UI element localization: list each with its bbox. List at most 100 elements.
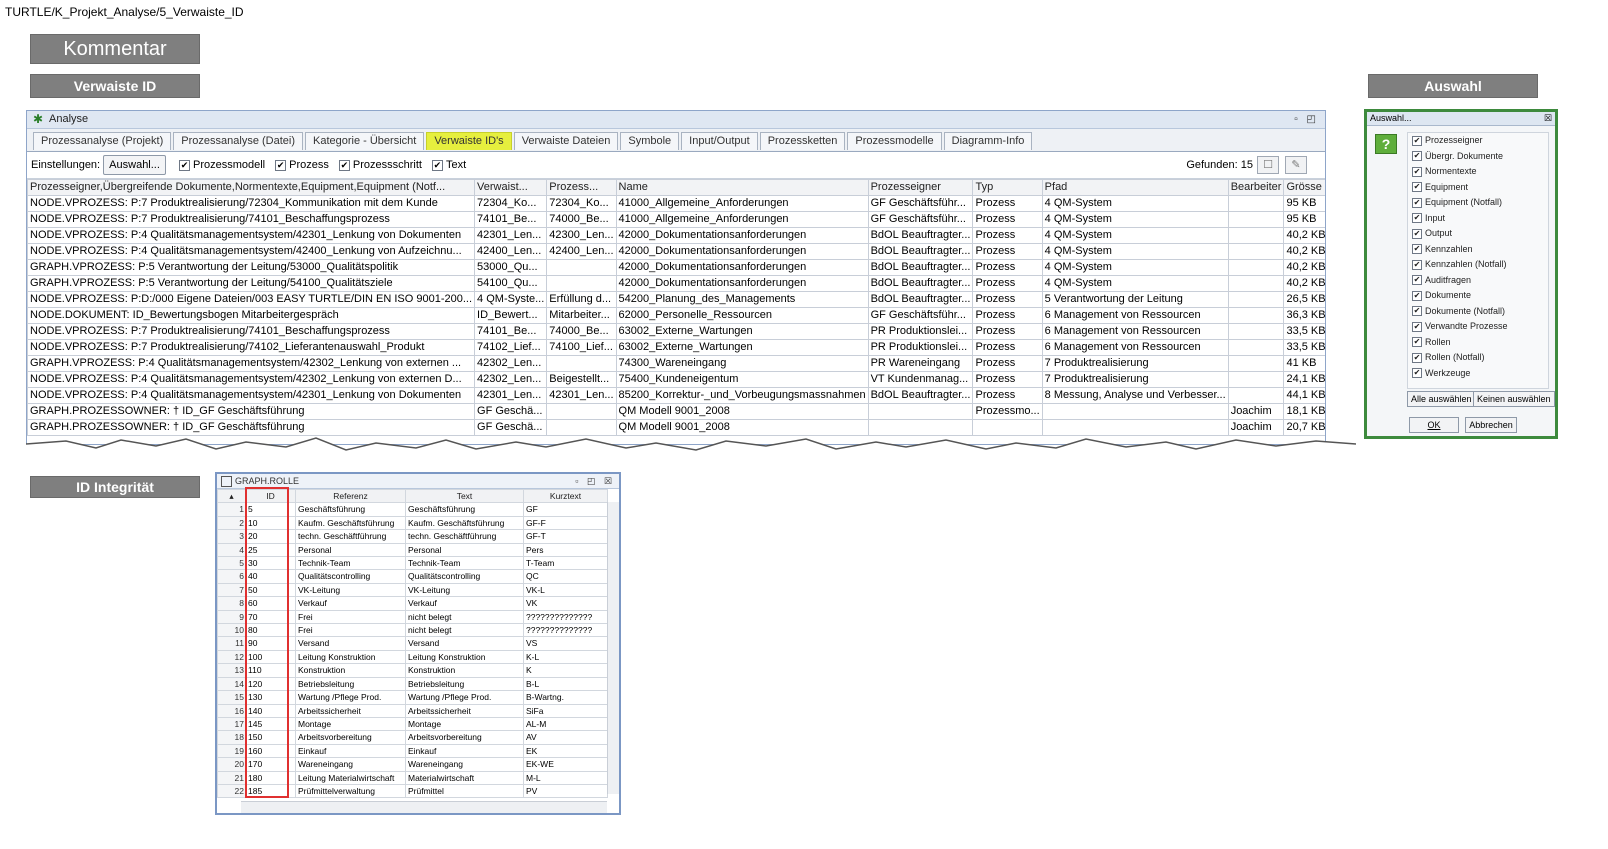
table-row[interactable]: GRAPH.VPROZESS: P:5 Verantwortung der Le… xyxy=(27,259,1325,276)
table-row[interactable]: GRAPH.VPROZESS: P:5 Verantwortung der Le… xyxy=(27,275,1325,292)
window-buttons[interactable]: ▫ ◰ ☒ xyxy=(575,474,615,488)
checkbox[interactable]: ✔ xyxy=(1412,368,1422,379)
tab-1[interactable]: Prozessanalyse (Datei) xyxy=(173,132,303,150)
checkbox-3[interactable]: ✔ xyxy=(431,159,443,171)
checkbox[interactable]: ✔ xyxy=(1412,151,1422,162)
edit-icon[interactable]: ✎ xyxy=(1285,156,1307,174)
tab-9[interactable]: Diagramm-Info xyxy=(943,132,1033,150)
table-row[interactable]: 7 50 VK-Leitung VK-Leitung VK-L xyxy=(217,582,608,598)
tab-3[interactable]: Verwaiste ID's xyxy=(426,132,512,150)
table-row[interactable]: 3 20 techn. Geschäftführung techn. Geschäft… xyxy=(217,529,608,544)
column-header[interactable]: Prozess... xyxy=(546,179,617,196)
table-row[interactable]: GRAPH.VPROZESS: P:4 Qualitätsmanagements… xyxy=(27,355,1325,372)
checkbox-2[interactable]: ✔ xyxy=(338,159,350,171)
table-row[interactable]: NODE.VPROZESS: P:4 Qualitätsmanagementsy… xyxy=(27,387,1325,404)
tab-7[interactable]: Prozessketten xyxy=(759,132,846,150)
table-row[interactable]: 15 130 Wartung /Pflege Prod. Wartung /Pfleg… xyxy=(217,690,608,705)
auswahl-option[interactable]: ✔ Rollen xyxy=(1408,335,1548,351)
table-row[interactable]: 4 25 Personal Personal Pers xyxy=(217,542,608,558)
auswahl-option[interactable]: ✔ Übergr. Dokumente xyxy=(1408,149,1548,165)
table-row[interactable]: 20 170 Wareneingang Wareneingang EK-WE xyxy=(217,757,608,772)
column-header[interactable]: Name xyxy=(615,179,869,196)
table-row[interactable]: 19 160 Einkauf Einkauf EK xyxy=(217,743,608,759)
checkbox[interactable]: ✔ xyxy=(1412,166,1422,177)
tab-4[interactable]: Verwaiste Dateien xyxy=(513,132,619,150)
close-icon[interactable]: ☒ xyxy=(1544,112,1552,125)
select-none-button[interactable]: Keinen auswählen xyxy=(1473,391,1555,407)
table-row[interactable]: 5 30 Technik-Team Technik-Team T-Team xyxy=(217,556,608,571)
auswahl-button[interactable]: Auswahl... xyxy=(103,155,166,176)
auswahl-option[interactable]: ✔ Kennzahlen xyxy=(1408,242,1548,258)
checkbox[interactable]: ✔ xyxy=(1412,275,1422,286)
auswahl-option[interactable]: ✔ Werkzeuge xyxy=(1408,366,1548,382)
auswahl-option[interactable]: ✔ Output xyxy=(1408,226,1548,242)
auswahl-option[interactable]: ✔ Equipment (Notfall) xyxy=(1408,195,1548,211)
ok-button[interactable]: OK xyxy=(1409,417,1459,433)
table-row[interactable]: NODE.DOKUMENT: ID_Bewertungsbogen Mitarb… xyxy=(27,307,1325,324)
auswahl-option[interactable]: ✔ Prozesseigner xyxy=(1408,133,1548,149)
tab-0[interactable]: Prozessanalyse (Projekt) xyxy=(33,132,172,150)
checkbox[interactable]: ✔ xyxy=(1412,290,1422,301)
table-row[interactable]: NODE.VPROZESS: P:7 Produktrealisierung/7… xyxy=(27,211,1325,228)
checkbox[interactable]: ✔ xyxy=(1412,228,1422,239)
vertical-scrollbar[interactable] xyxy=(607,502,619,794)
window-buttons[interactable]: ▫ ◰ xyxy=(1294,111,1319,128)
column-header[interactable]: Kurztext xyxy=(523,488,608,504)
checkbox[interactable]: ✔ xyxy=(1412,352,1422,363)
table-row[interactable]: NODE.VPROZESS: P:4 Qualitätsmanagementsy… xyxy=(27,243,1325,260)
table-row[interactable]: NODE.VPROZESS: P:D:/000 Eigene Dateien/0… xyxy=(27,291,1325,308)
column-header[interactable]: Verwaist... xyxy=(474,179,548,196)
table-row[interactable]: 16 140 Arbeitssicherheit Arbeitssicherheit S… xyxy=(217,703,608,718)
auswahl-option[interactable]: ✔ Input xyxy=(1408,211,1548,227)
checkbox[interactable]: ✔ xyxy=(1412,182,1422,193)
auswahl-option[interactable]: ✔ Dokumente xyxy=(1408,288,1548,304)
auswahl-option[interactable]: ✔ Rollen (Notfall) xyxy=(1408,350,1548,366)
table-row[interactable]: 14 120 Betriebsleitung Betriebsleitung B-L xyxy=(217,676,608,692)
clear-icon[interactable]: ☐ xyxy=(1257,156,1279,174)
column-header[interactable]: Prozesseigner,Übergreifende Dokumente,No… xyxy=(27,179,476,196)
horizontal-scrollbar[interactable] xyxy=(241,801,607,813)
auswahl-option[interactable]: ✔ Dokumente (Notfall) xyxy=(1408,304,1548,320)
table-row[interactable]: 6 40 Qualitätscontrolling Qualitätscontroll… xyxy=(217,569,608,584)
table-row[interactable]: NODE.VPROZESS: P:7 Produktrealisierung/7… xyxy=(27,195,1325,212)
table-row[interactable]: 2 10 Kaufm. Geschäftsführung Kaufm. Geschäf… xyxy=(217,515,608,531)
table-row[interactable]: NODE.VPROZESS: P:7 Produktrealisierung/7… xyxy=(27,339,1325,356)
checkbox[interactable]: ✔ xyxy=(1412,321,1422,332)
table-row[interactable]: NODE.VPROZESS: P:4 Qualitätsmanagementsy… xyxy=(27,227,1325,244)
table-row[interactable]: NODE.VPROZESS: P:7 Produktrealisierung/7… xyxy=(27,323,1325,340)
checkbox[interactable]: ✔ xyxy=(1412,135,1422,146)
table-row[interactable]: 10 80 Frei nicht belegt?????????????? xyxy=(217,623,608,638)
table-row[interactable]: NODE.VPROZESS: P:4 Qualitätsmanagementsy… xyxy=(27,371,1325,388)
column-header[interactable]: Typ xyxy=(972,179,1043,196)
table-row[interactable]: 18 150 Arbeitsvorbereitung Arbeitsvorbereit… xyxy=(217,730,608,745)
auswahl-option[interactable]: ✔ Auditfragen xyxy=(1408,273,1548,289)
table-row[interactable]: 17 145 Montage Montage AL-M xyxy=(217,716,608,732)
table-row[interactable]: 9 70 Frei nicht belegt?????????????? xyxy=(217,609,608,625)
column-header[interactable]: Grösse xyxy=(1283,179,1325,196)
checkbox[interactable]: ✔ xyxy=(1412,337,1422,348)
table-row[interactable]: 12 100 Leitung Konstruktion Leitung Konstru… xyxy=(217,649,608,665)
column-header[interactable]: Pfad xyxy=(1041,179,1229,196)
auswahl-option[interactable]: ✔ Kennzahlen (Notfall) xyxy=(1408,257,1548,273)
column-header[interactable]: Bearbeiter xyxy=(1227,179,1285,196)
checkbox-0[interactable]: ✔ xyxy=(178,159,190,171)
select-all-button[interactable]: Alle auswählen xyxy=(1407,391,1476,407)
column-header[interactable]: Text xyxy=(405,488,524,504)
column-header[interactable]: Referenz xyxy=(295,488,406,504)
table-row[interactable]: 21 180 Leitung Materialwirtschaft Materialw… xyxy=(217,770,608,785)
table-row[interactable]: 13 110 Konstruktion Konstruktion K xyxy=(217,663,608,678)
checkbox[interactable]: ✔ xyxy=(1412,197,1422,208)
table-row[interactable]: 11 90 Versand Versand VS xyxy=(217,636,608,651)
tab-2[interactable]: Kategorie - Übersicht xyxy=(305,132,425,150)
table-row[interactable]: GRAPH.PROZESSOWNER: † ID_GF Geschäftsfüh… xyxy=(27,403,1325,420)
table-row[interactable]: 22 185 Prüfmittelverwaltung Prüfmittel PV xyxy=(217,783,608,799)
column-header[interactable]: ID xyxy=(245,488,296,504)
cancel-button[interactable]: Abbrechen xyxy=(1465,417,1517,433)
table-row[interactable]: 1 5 Geschäftsführung Geschäftsführung GF xyxy=(217,502,608,517)
checkbox[interactable]: ✔ xyxy=(1412,213,1422,224)
tab-8[interactable]: Prozessmodelle xyxy=(847,132,942,150)
auswahl-option[interactable]: ✔ Equipment xyxy=(1408,180,1548,196)
checkbox[interactable]: ✔ xyxy=(1412,244,1422,255)
help-icon[interactable]: ? xyxy=(1375,134,1397,154)
auswahl-option[interactable]: ✔ Verwandte Prozesse xyxy=(1408,319,1548,335)
